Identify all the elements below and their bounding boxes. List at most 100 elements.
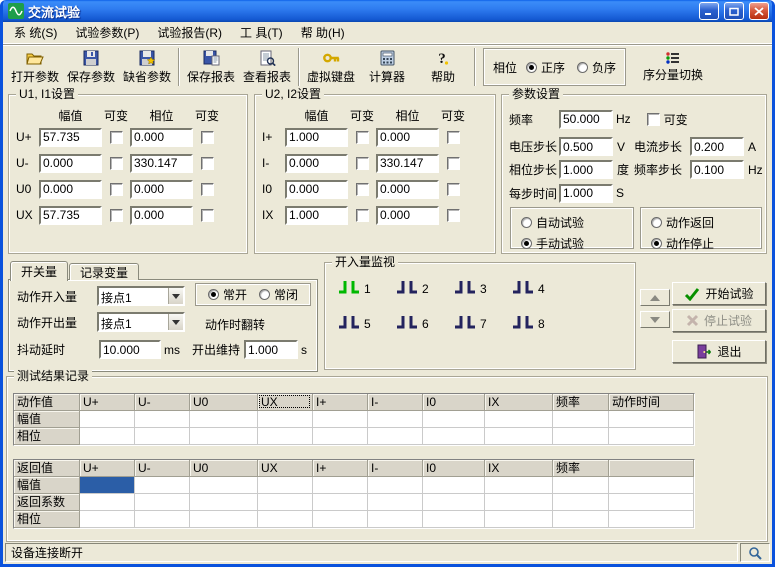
result-cell[interactable] (258, 494, 313, 511)
result-cell[interactable] (553, 494, 609, 511)
amplitude-variable-checkbox[interactable] (356, 183, 369, 196)
toolbar-button-save-default[interactable]: 缺省参数 (119, 47, 175, 88)
result-cell[interactable] (485, 511, 553, 528)
phase-variable-checkbox[interactable] (201, 183, 214, 196)
result-cell[interactable] (313, 494, 368, 511)
result-cell[interactable] (190, 477, 258, 494)
phase-variable-checkbox[interactable] (201, 157, 214, 170)
freq-variable-checkbox[interactable] (647, 113, 660, 126)
phase-variable-checkbox[interactable] (447, 209, 460, 222)
action-mode-radio[interactable]: 动作停止 (651, 235, 761, 252)
result-cell[interactable] (80, 477, 135, 494)
result-cell[interactable] (135, 428, 190, 445)
toolbar-button-virtual-keyboard[interactable]: 虚拟键盘 (303, 47, 359, 88)
param-step-input[interactable] (690, 160, 744, 179)
result-cell[interactable] (80, 411, 135, 428)
start-test-button[interactable]: 开始试验 (672, 282, 766, 305)
result-cell[interactable] (609, 511, 694, 528)
menu-system[interactable]: 系 统(S) (5, 22, 66, 43)
result-cell[interactable] (609, 411, 694, 428)
amplitude-variable-checkbox[interactable] (110, 183, 123, 196)
result-cell[interactable] (313, 477, 368, 494)
phase-variable-checkbox[interactable] (201, 131, 214, 144)
exit-button[interactable]: 退出 (672, 340, 766, 363)
toolbar-button-save-report[interactable]: 保存报表 (183, 47, 239, 88)
result-cell[interactable] (190, 494, 258, 511)
sequence-switch-button[interactable]: 序分量切换 (636, 51, 710, 83)
down-arrow-button[interactable] (640, 311, 670, 328)
phase-input[interactable] (376, 206, 439, 225)
result-cell[interactable] (80, 494, 135, 511)
result-cell[interactable] (609, 494, 694, 511)
amplitude-input[interactable] (39, 154, 102, 173)
step-time-input[interactable] (559, 184, 613, 203)
phase-variable-checkbox[interactable] (447, 183, 460, 196)
result-cell[interactable] (80, 511, 135, 528)
amplitude-variable-checkbox[interactable] (356, 209, 369, 222)
result-cell[interactable] (423, 511, 485, 528)
freq-variable-option[interactable]: 可变 (647, 111, 688, 128)
result-cell[interactable] (368, 428, 423, 445)
frequency-input[interactable] (559, 110, 613, 129)
amplitude-input[interactable] (285, 128, 348, 147)
param-step-input[interactable] (559, 137, 613, 156)
result-cell[interactable] (135, 411, 190, 428)
phase-option-radio[interactable]: 正序 (526, 59, 565, 76)
result-cell[interactable] (258, 511, 313, 528)
menu-test-report[interactable]: 试验报告(R) (148, 22, 231, 43)
tab-record-variable[interactable]: 记录变量 (69, 263, 139, 280)
debounce-input[interactable] (99, 340, 161, 359)
result-cell[interactable] (485, 494, 553, 511)
result-cell[interactable] (80, 428, 135, 445)
menu-help[interactable]: 帮 助(H) (292, 22, 354, 43)
result-cell[interactable] (313, 411, 368, 428)
result-cell[interactable] (135, 511, 190, 528)
result-cell[interactable] (313, 428, 368, 445)
result-cell[interactable] (609, 477, 694, 494)
contact-type-radio[interactable]: 常闭 (259, 286, 298, 303)
minimize-button[interactable] (699, 2, 719, 20)
amplitude-input[interactable] (285, 180, 348, 199)
result-cell[interactable] (368, 511, 423, 528)
toolbar-button-save[interactable]: 保存参数 (63, 47, 119, 88)
menu-tools[interactable]: 工 具(T) (231, 22, 292, 43)
result-cell[interactable] (485, 428, 553, 445)
contact-type-radio[interactable]: 常开 (208, 286, 247, 303)
phase-variable-checkbox[interactable] (447, 157, 460, 170)
phase-input[interactable] (130, 206, 193, 225)
phase-input[interactable] (130, 128, 193, 147)
phase-variable-checkbox[interactable] (447, 131, 460, 144)
phase-input[interactable] (376, 180, 439, 199)
result-cell[interactable] (609, 428, 694, 445)
test-mode-radio[interactable]: 自动试验 (521, 214, 633, 231)
phase-option-radio[interactable]: 负序 (577, 59, 616, 76)
amplitude-variable-checkbox[interactable] (110, 131, 123, 144)
phase-input[interactable] (130, 154, 193, 173)
result-cell[interactable] (135, 494, 190, 511)
phase-input[interactable] (376, 128, 439, 147)
amplitude-variable-checkbox[interactable] (110, 157, 123, 170)
action-input-combobox[interactable]: 接点1 (97, 286, 185, 306)
amplitude-input[interactable] (285, 154, 348, 173)
toolbar-button-open-folder[interactable]: 打开参数 (7, 47, 63, 88)
amplitude-input[interactable] (39, 206, 102, 225)
menu-test-parameters[interactable]: 试验参数(P) (66, 22, 148, 43)
amplitude-input[interactable] (285, 206, 348, 225)
result-cell[interactable] (485, 411, 553, 428)
result-cell[interactable] (190, 411, 258, 428)
param-step-input[interactable] (690, 137, 744, 156)
maximize-button[interactable] (724, 2, 744, 20)
result-cell[interactable] (423, 428, 485, 445)
result-cell[interactable] (258, 428, 313, 445)
result-cell[interactable] (258, 477, 313, 494)
result-cell[interactable] (553, 511, 609, 528)
phase-input[interactable] (376, 154, 439, 173)
dropdown-arrow-icon[interactable] (168, 288, 183, 304)
test-mode-radio[interactable]: 手动试验 (521, 235, 633, 252)
tab-switch-quantity[interactable]: 开关量 (10, 261, 68, 281)
action-mode-radio[interactable]: 动作返回 (651, 214, 761, 231)
result-cell[interactable] (368, 477, 423, 494)
result-cell[interactable] (368, 411, 423, 428)
result-cell[interactable] (190, 511, 258, 528)
phase-input[interactable] (130, 180, 193, 199)
